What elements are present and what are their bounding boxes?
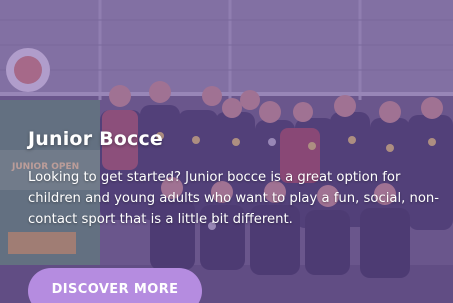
- card-content: Junior Bocce Looking to get started? Jun…: [28, 127, 448, 230]
- card-description: Looking to get started? Junior bocce is …: [28, 170, 440, 227]
- discover-more-button[interactable]: DISCOVER MORE: [28, 268, 202, 303]
- card-title: Junior Bocce: [28, 128, 164, 150]
- junior-bocce-card: JUNIOR OPEN Junior Bocce Looking to get …: [0, 0, 453, 303]
